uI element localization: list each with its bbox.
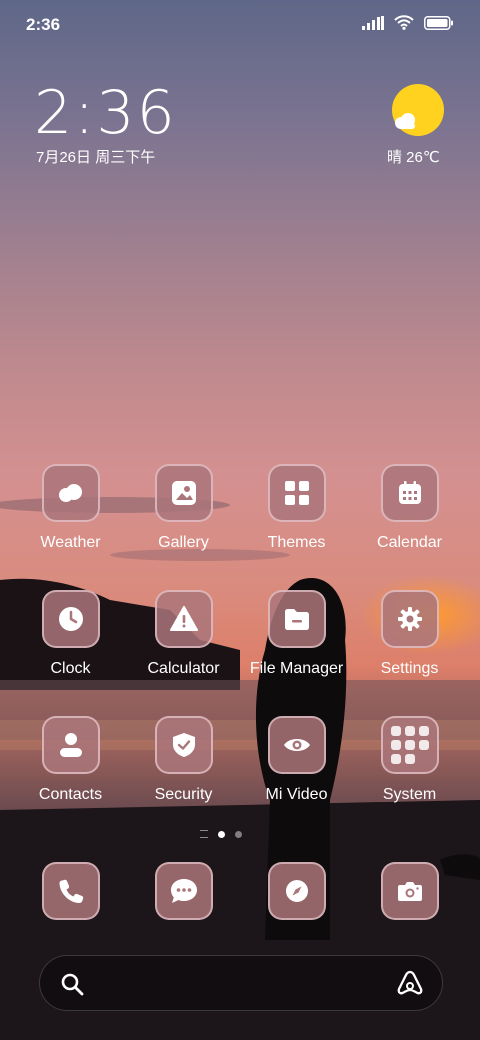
page-dot-active[interactable] (218, 830, 225, 838)
app-security[interactable]: Security (127, 716, 240, 804)
app-calculator[interactable]: Calculator (127, 590, 240, 678)
browser-icon (267, 862, 326, 920)
security-icon (154, 716, 213, 774)
phone-icon (41, 862, 100, 920)
status-time: 2:36 (26, 15, 61, 34)
settings-icon (380, 590, 439, 648)
app-calendar[interactable]: Calendar (353, 464, 466, 552)
clock-widget-time[interactable]: 2:36 (34, 78, 177, 148)
wifi-icon (394, 15, 414, 30)
themes-icon (267, 464, 326, 522)
messages-icon (154, 862, 213, 920)
app-gallery[interactable]: Gallery (127, 464, 240, 552)
app-label: Contacts (38, 786, 103, 803)
cloud-icon (395, 113, 415, 129)
status-bar: 2:36 (0, 0, 480, 50)
calculator-icon (154, 590, 213, 648)
dock-browser[interactable] (240, 862, 353, 920)
app-label: Settings (380, 660, 439, 677)
page-indicator[interactable] (200, 830, 242, 838)
signal-icon (362, 15, 384, 30)
page-dot[interactable] (235, 830, 242, 838)
app-label: Weather (40, 534, 101, 551)
app-system-folder[interactable]: System (353, 716, 466, 804)
weather-icon (41, 464, 100, 522)
search-icon (61, 973, 84, 996)
dock-phone[interactable] (14, 862, 127, 920)
app-settings[interactable]: Settings (353, 590, 466, 678)
app-label: Security (154, 786, 213, 803)
app-label: Clock (50, 660, 91, 677)
app-label: Calculator (147, 660, 220, 677)
clock-icon (41, 590, 100, 648)
app-label: Calendar (377, 534, 442, 551)
assistant-icon[interactable] (396, 970, 424, 996)
search-bar[interactable] (39, 955, 443, 1011)
mi-video-icon (267, 716, 326, 774)
file-manager-icon (267, 590, 326, 648)
gallery-icon (154, 464, 213, 522)
app-mi-video[interactable]: Mi Video (240, 716, 353, 804)
app-label: File Manager (249, 660, 344, 677)
app-label: Themes (267, 534, 326, 551)
battery-icon (424, 15, 453, 30)
dock-camera[interactable] (353, 862, 466, 920)
status-icons (362, 15, 454, 30)
calendar-icon (380, 464, 439, 522)
app-file-manager[interactable]: File Manager (240, 590, 353, 678)
app-clock[interactable]: Clock (14, 590, 127, 678)
clock-widget-date[interactable]: 7月26日 周三下午 (36, 146, 155, 167)
weather-summary[interactable]: 晴 26℃ (387, 146, 440, 167)
app-contacts[interactable]: Contacts (14, 716, 127, 804)
dock-messages[interactable] (127, 862, 240, 920)
app-label: Gallery (158, 534, 209, 551)
contacts-icon (41, 716, 100, 774)
system-folder-icon (380, 716, 439, 774)
camera-icon (380, 862, 439, 920)
app-label: System (382, 786, 437, 803)
list-view-icon[interactable] (200, 830, 208, 838)
app-weather[interactable]: Weather (14, 464, 127, 552)
app-themes[interactable]: Themes (240, 464, 353, 552)
app-label: Mi Video (265, 786, 328, 803)
